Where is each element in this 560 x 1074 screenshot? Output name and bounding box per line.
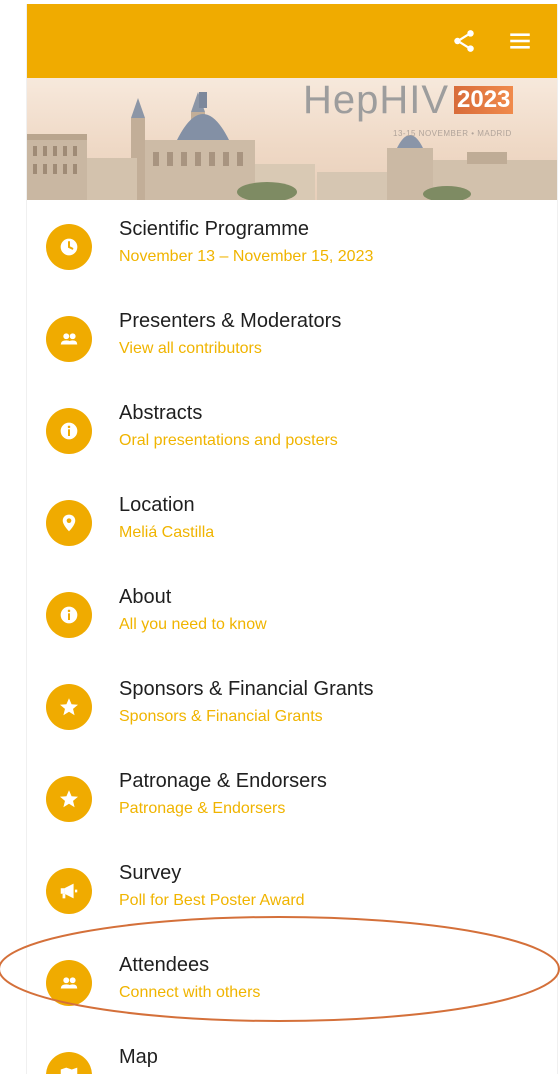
menu-button[interactable] [505,26,535,56]
top-app-bar [27,4,557,78]
menu-item-title: Abstracts [119,402,203,424]
menu-item-presenters[interactable]: Presenters & Moderators View all contrib… [27,292,557,384]
info-icon [60,422,78,440]
share-icon [454,30,474,52]
menu-item-subtitle: All you need to know [119,616,267,633]
star-icon [60,790,78,808]
menu-item-title: Patronage & Endorsers [119,770,327,792]
location-pin-icon [62,514,76,532]
menu-item-sponsors[interactable]: Sponsors & Financial Grants Sponsors & F… [27,660,557,752]
menu-item-subtitle: Poll for Best Poster Award [119,892,305,909]
share-button[interactable] [449,26,479,56]
menu-item-scientific-programme[interactable]: Scientific Programme November 13 – Novem… [27,200,557,292]
event-dates-text: 13-15 NOVEMBER • MADRID [393,129,512,138]
star-icon [60,698,78,716]
menu-item-subtitle: Connect with others [119,984,261,1001]
people-icon [60,977,78,989]
map-icon [60,1067,78,1074]
menu-item-attendees[interactable]: Attendees Connect with others [27,936,557,1028]
menu-item-title: Map [119,1046,158,1068]
menu-item-title: About [119,586,172,608]
event-year-badge: 2023 [454,86,514,114]
menu-item-subtitle: Patronage & Endorsers [119,800,286,817]
menu-item-patronage[interactable]: Patronage & Endorsers Patronage & Endors… [27,752,557,844]
megaphone-icon [60,883,78,899]
people-icon [60,333,78,345]
menu-item-subtitle: Meliá Castilla [119,524,215,541]
menu-item-subtitle: Oral presentations and posters [119,432,338,449]
menu-item-subtitle: November 13 – November 15, 2023 [119,248,374,265]
menu-item-title: Location [119,494,195,516]
menu-item-location[interactable]: Location Meliá Castilla [27,476,557,568]
menu-item-title: Presenters & Moderators [119,310,342,332]
menu-item-map[interactable]: Map [27,1028,557,1074]
menu-item-subtitle: View all contributors [119,340,262,357]
menu-item-abstracts[interactable]: Abstracts Oral presentations and posters [27,384,557,476]
hamburger-menu-icon [510,33,530,49]
clock-icon [60,238,78,256]
menu-item-title: Scientific Programme [119,218,310,240]
event-banner: HepHIV 2023 13-15 NOVEMBER • MADRID [27,78,557,200]
menu-item-subtitle: Sponsors & Financial Grants [119,708,323,725]
menu-item-about[interactable]: About All you need to know [27,568,557,660]
app-screen: HepHIV 2023 13-15 NOVEMBER • MADRID Scie… [26,4,558,1074]
menu-item-title: Attendees [119,954,210,976]
menu-item-title: Survey [119,862,182,884]
menu-item-survey[interactable]: Survey Poll for Best Poster Award [27,844,557,936]
info-icon [60,606,78,624]
menu-item-title: Sponsors & Financial Grants [119,678,374,700]
event-logo-text: HepHIV [303,78,450,122]
